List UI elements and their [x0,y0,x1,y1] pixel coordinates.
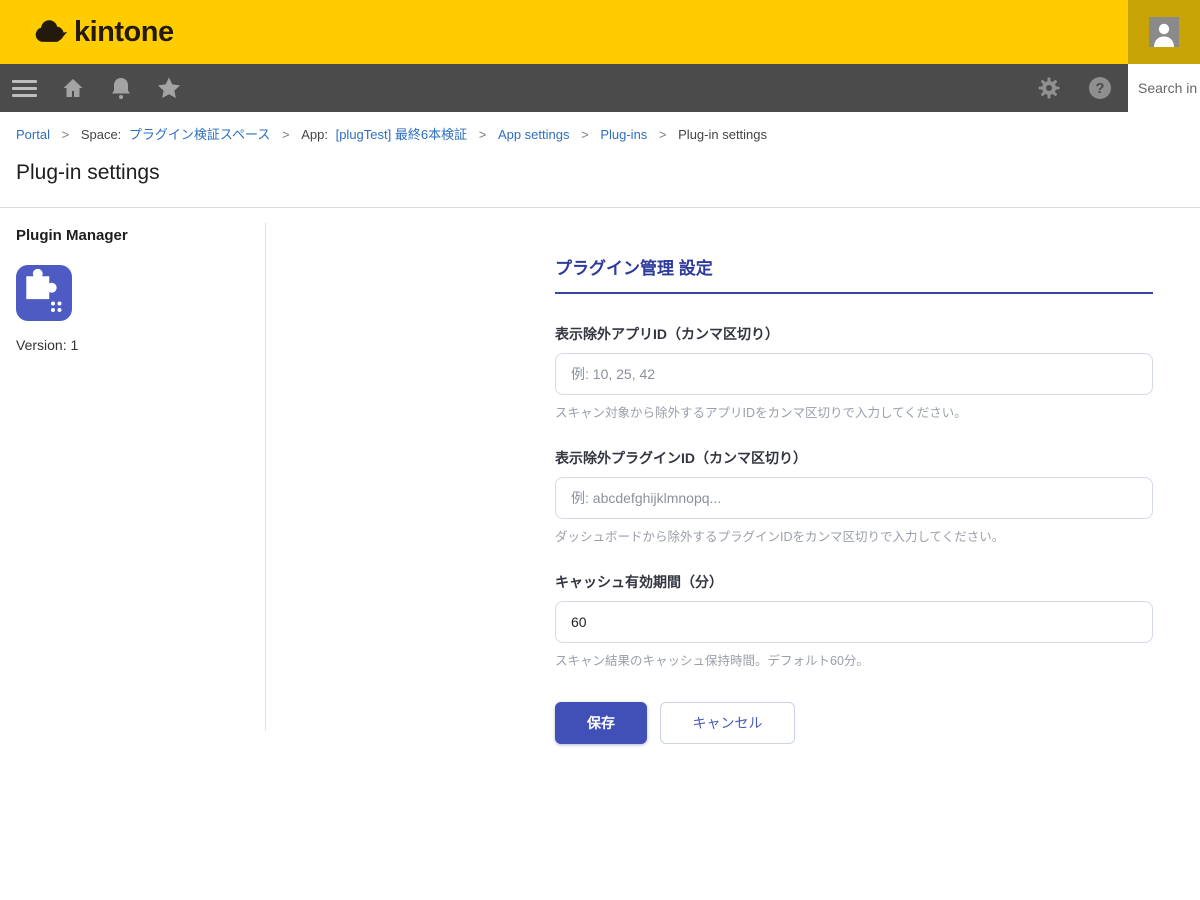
breadcrumb-separator: > [62,127,70,142]
nav-left-icons [12,76,181,100]
excluded-app-ids-label: 表示除外アプリID（カンマ区切り） [555,324,1153,344]
excluded-plugin-ids-input[interactable] [555,477,1153,519]
plugin-settings-form: プラグイン管理 設定 表示除外アプリID（カンマ区切り） スキャン対象から除外す… [555,254,1153,744]
global-nav-bar: ? [0,64,1200,112]
cancel-button[interactable]: キャンセル [660,702,795,744]
kintone-logo-text: kintone [74,16,174,49]
save-button[interactable]: 保存 [555,702,647,744]
cache-duration-label: キャッシュ有効期間（分） [555,572,1153,592]
breadcrumb: Portal > Space: プラグイン検証スペース > App: [plug… [0,112,1200,148]
kintone-logo[interactable]: kintone [33,0,174,64]
plugin-puzzle-icon [16,265,72,321]
page-title: Plug-in settings [16,161,1200,185]
person-icon [1152,21,1176,47]
breadcrumb-separator: > [479,127,487,142]
breadcrumb-portal-link[interactable]: Portal [16,127,50,142]
hamburger-menu-icon[interactable] [12,80,37,97]
notifications-bell-icon[interactable] [109,76,133,100]
breadcrumb-app-prefix: App: [301,127,328,142]
excluded-plugin-ids-field: 表示除外プラグインID（カンマ区切り） ダッシュボードから除外するプラグインID… [555,448,1153,545]
global-search-box[interactable] [1128,64,1200,112]
cache-duration-field: キャッシュ有効期間（分） スキャン結果のキャッシュ保持時間。デフォルト60分。 [555,572,1153,669]
breadcrumb-app-link[interactable]: [plugTest] 最終6本検証 [336,127,468,142]
excluded-app-ids-field: 表示除外アプリID（カンマ区切り） スキャン対象から除外するアプリIDをカンマ区… [555,324,1153,421]
user-avatar[interactable] [1149,17,1179,47]
breadcrumb-current: Plug-in settings [678,127,767,142]
plugin-version: Version: 1 [16,337,249,353]
excluded-app-ids-input[interactable] [555,353,1153,395]
cache-duration-help: スキャン結果のキャッシュ保持時間。デフォルト60分。 [555,650,1153,669]
excluded-plugin-ids-label: 表示除外プラグインID（カンマ区切り） [555,448,1153,468]
settings-main: プラグイン管理 設定 表示除外アプリID（カンマ区切り） スキャン対象から除外す… [266,208,1153,744]
content-area: Plugin Manager Version: 1 プラグイン管理 設定 表示除… [0,208,1200,744]
breadcrumb-separator: > [282,127,290,142]
form-heading: プラグイン管理 設定 [555,254,1153,294]
plugin-sidebar: Plugin Manager Version: 1 [0,223,266,730]
cache-duration-input[interactable] [555,601,1153,643]
kintone-cloud-icon [33,18,69,46]
search-input[interactable] [1128,80,1200,96]
home-icon[interactable] [61,76,85,100]
breadcrumb-plugins-link[interactable]: Plug-ins [600,127,647,142]
settings-gear-icon[interactable] [1037,76,1061,100]
breadcrumb-space-link[interactable]: プラグイン検証スペース [129,127,270,142]
top-header-bar: kintone [0,0,1200,64]
question-mark-glyph: ? [1089,77,1111,99]
form-buttons: 保存 キャンセル [555,702,1153,744]
breadcrumb-separator: > [659,127,667,142]
plugin-name: Plugin Manager [16,227,249,244]
user-menu-area[interactable] [1128,0,1200,64]
nav-right-icons: ? [1037,64,1200,112]
excluded-plugin-ids-help: ダッシュボードから除外するプラグインIDをカンマ区切りで入力してください。 [555,526,1153,545]
breadcrumb-space-prefix: Space: [81,127,121,142]
help-icon[interactable]: ? [1088,76,1112,100]
breadcrumb-separator: > [581,127,589,142]
excluded-app-ids-help: スキャン対象から除外するアプリIDをカンマ区切りで入力してください。 [555,402,1153,421]
favorites-star-icon[interactable] [157,76,181,100]
breadcrumb-app-settings-link[interactable]: App settings [498,127,570,142]
